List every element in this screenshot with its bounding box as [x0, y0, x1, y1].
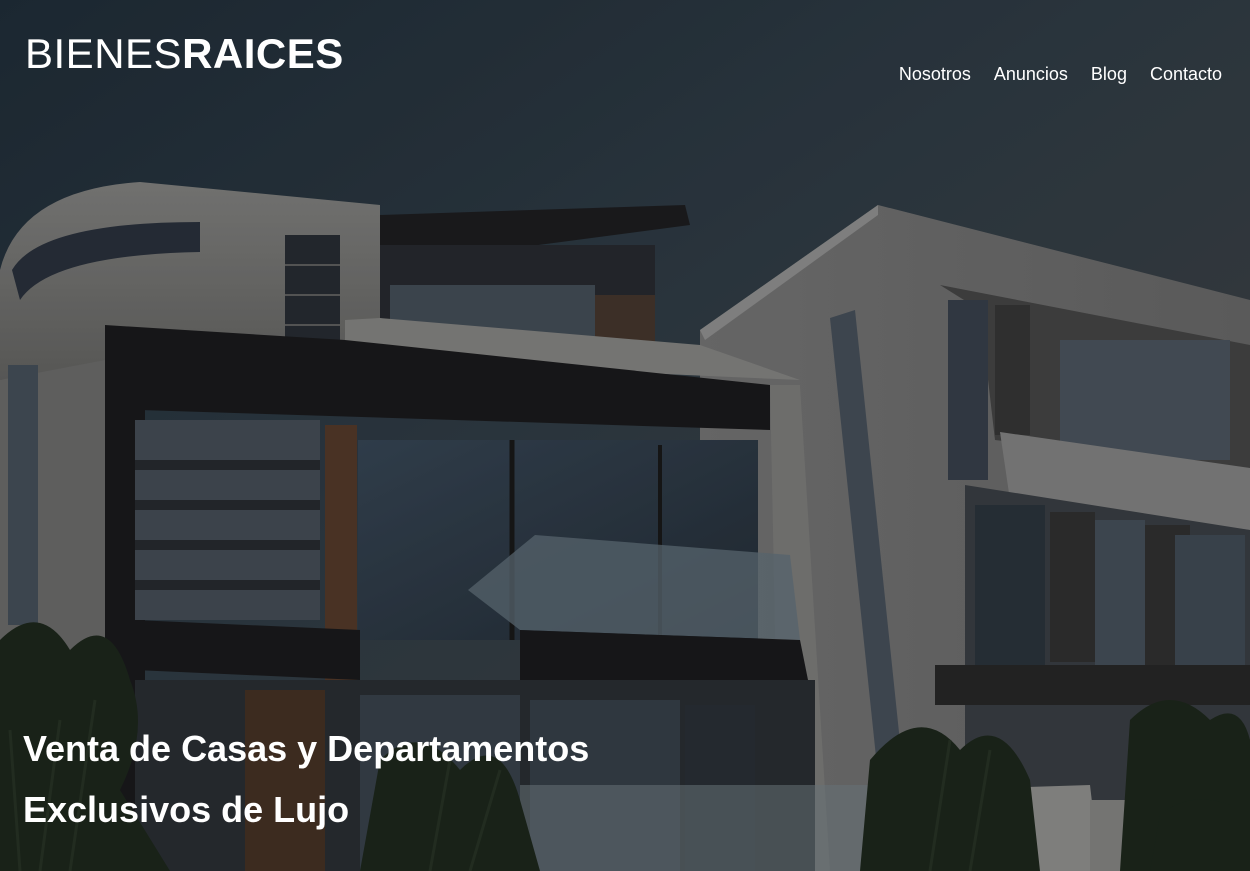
nav-link-contacto[interactable]: Contacto [1150, 62, 1222, 86]
logo-text-bold: RAICES [182, 30, 344, 77]
nav-link-anuncios[interactable]: Anuncios [994, 62, 1068, 86]
nav-link-blog[interactable]: Blog [1091, 62, 1127, 86]
hero-headline: Venta de Casas y Departamentos Exclusivo… [23, 718, 723, 840]
main-navigation: Nosotros Anuncios Blog Contacto [899, 62, 1222, 86]
logo-text-light: BIENES [25, 30, 183, 77]
nav-link-nosotros[interactable]: Nosotros [899, 62, 971, 86]
site-header: BIENESRAICES Nosotros Anuncios Blog Cont… [0, 0, 1250, 110]
hero-headline-line-2: Exclusivos de Lujo [23, 789, 350, 830]
hero-headline-line-1: Venta de Casas y Departamentos [23, 728, 590, 769]
hero-section: BIENESRAICES Nosotros Anuncios Blog Cont… [0, 0, 1250, 871]
site-logo[interactable]: BIENESRAICES [25, 30, 344, 78]
